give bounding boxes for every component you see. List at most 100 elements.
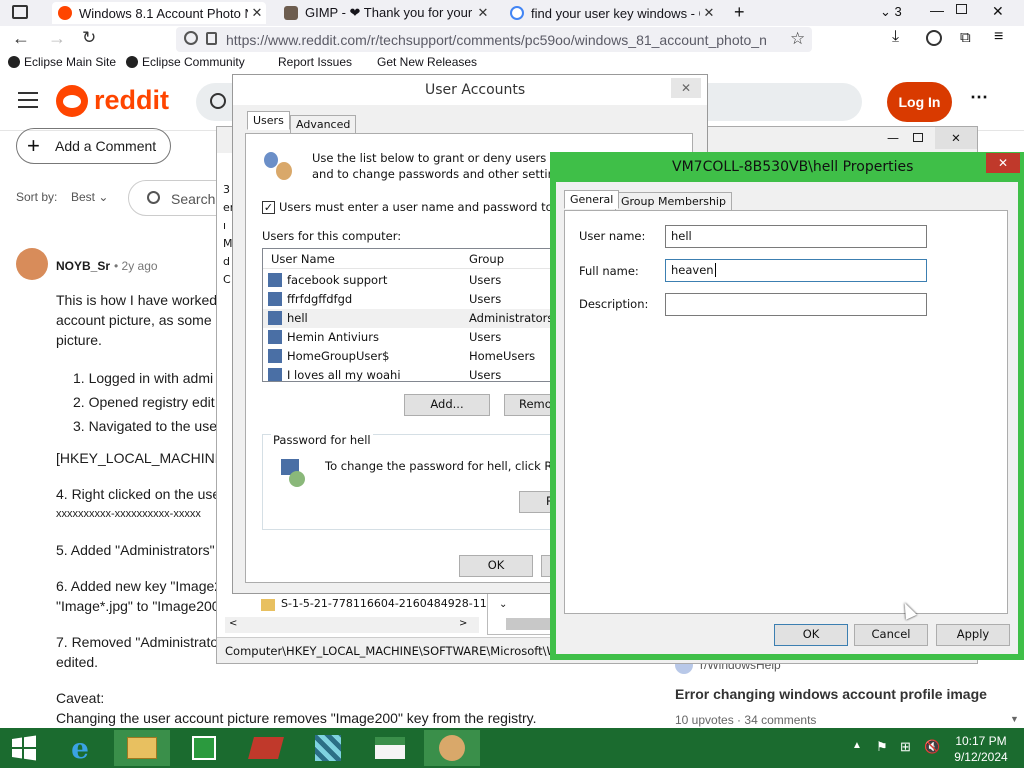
action-center-flag-icon[interactable]: ⚑: [876, 739, 888, 755]
related-upvotes: 10 upvotes: [675, 713, 734, 727]
address-bar[interactable]: https://www.reddit.com/r/techsupport/com…: [176, 27, 812, 52]
internet-explorer-icon[interactable]: e: [52, 730, 108, 766]
account-icon[interactable]: [926, 30, 942, 46]
list-item[interactable]: Hemin Antiviurs Users: [263, 328, 553, 347]
list-tabs-button[interactable]: ⌄ 3: [880, 4, 902, 20]
regedit-values-pane[interactable]: [487, 593, 553, 635]
list-item[interactable]: ffrfdgffdfgd Users: [263, 290, 553, 309]
description-field[interactable]: [665, 293, 927, 316]
close-window-icon[interactable]: ✕: [986, 153, 1020, 173]
tab-overview-icon[interactable]: [12, 5, 28, 19]
tab-advanced[interactable]: Advanced: [290, 115, 357, 134]
column-username[interactable]: User Name: [271, 252, 335, 266]
start-button[interactable]: [0, 730, 48, 766]
maximize-icon[interactable]: [913, 133, 923, 142]
require-login-checkbox[interactable]: ✓: [262, 201, 275, 214]
reload-icon[interactable]: ↻: [82, 28, 96, 48]
browser-tab-bar: Windows 8.1 Account Photo Nc ✕ GIMP - ❤ …: [0, 0, 1024, 26]
lock-icon[interactable]: [206, 32, 217, 45]
app-red-icon[interactable]: [238, 730, 294, 766]
tab-reddit[interactable]: Windows 8.1 Account Photo Nc ✕: [52, 2, 266, 24]
app-network-icon[interactable]: [300, 730, 356, 766]
tab-group-membership[interactable]: Group Membership: [615, 192, 732, 211]
tab-users[interactable]: Users: [247, 111, 290, 130]
login-button[interactable]: Log In: [887, 82, 952, 122]
intro-text: Use the list below to grant or deny user…: [312, 150, 583, 182]
user-group: HomeUsers: [469, 349, 536, 363]
list-item[interactable]: HomeGroupUser$ HomeUsers: [263, 347, 553, 366]
tree-item[interactable]: S-1-5-21-778116604-2160484928-11: [281, 597, 487, 610]
clock[interactable]: 10:17 PM 9/12/2024: [944, 733, 1018, 765]
scrollbar-thumb[interactable]: [506, 618, 552, 630]
user-name: hell: [287, 311, 308, 325]
scroll-left-icon[interactable]: <: [229, 618, 237, 629]
close-window-icon[interactable]: ✕: [935, 127, 977, 149]
maximize-icon[interactable]: [956, 4, 967, 14]
list-item[interactable]: I loves all my woahi Users: [263, 366, 553, 381]
comment-author[interactable]: NOYB_Sr: [56, 259, 110, 273]
avatar[interactable]: [16, 248, 48, 280]
username-field[interactable]: hell: [665, 225, 927, 248]
bookmark-item[interactable]: Get New Releases: [377, 55, 477, 69]
reddit-logo-icon[interactable]: [56, 85, 88, 117]
hamburger-menu-icon[interactable]: [18, 92, 38, 108]
close-tab-icon[interactable]: ✕: [700, 5, 718, 21]
close-window-icon[interactable]: ✕: [992, 3, 1004, 20]
shield-icon[interactable]: [184, 31, 198, 45]
clock-time: 10:17 PM: [955, 734, 1007, 748]
menu-icon[interactable]: ≡: [994, 28, 1003, 46]
fullname-field[interactable]: heaven: [665, 259, 927, 282]
add-user-button[interactable]: Add...: [404, 394, 490, 416]
google-favicon-icon: [510, 6, 524, 20]
scroll-right-icon[interactable]: >: [459, 618, 467, 629]
new-tab-icon[interactable]: +: [734, 2, 745, 23]
tab-gimp[interactable]: GIMP - ❤ Thank you for your su ✕: [278, 2, 492, 24]
store-icon[interactable]: [176, 730, 232, 766]
users-list-title: Users for this computer:: [262, 229, 402, 243]
dialog-title: User Accounts: [425, 82, 526, 98]
related-post-title[interactable]: Error changing windows account profile i…: [675, 686, 987, 702]
tab-general[interactable]: General: [564, 190, 620, 209]
step-text: 6. Added new key "Image2: [56, 578, 223, 594]
minimize-icon[interactable]: —: [930, 2, 944, 18]
close-window-icon[interactable]: ✕: [671, 78, 701, 98]
bookmark-item[interactable]: Report Issues: [278, 55, 352, 69]
tray-overflow-icon[interactable]: ▲: [852, 740, 862, 751]
list-item[interactable]: facebook support Users: [263, 271, 553, 290]
cancel-button[interactable]: Cancel: [854, 624, 928, 646]
close-tab-icon[interactable]: ✕: [248, 5, 266, 21]
extensions-icon[interactable]: ⧉: [960, 29, 971, 46]
more-options-icon[interactable]: ⋯: [970, 87, 988, 108]
scroll-down-icon[interactable]: ▼: [1010, 714, 1019, 724]
close-tab-icon[interactable]: ✕: [474, 5, 492, 21]
minimize-icon[interactable]: —: [887, 131, 899, 145]
file-explorer-icon[interactable]: [114, 730, 170, 766]
horizontal-scrollbar[interactable]: < >: [225, 617, 479, 633]
apply-button[interactable]: Apply: [936, 624, 1010, 646]
volume-muted-icon[interactable]: 🔇: [924, 739, 940, 755]
tab-google[interactable]: find your user key windows - Gc ✕: [504, 2, 718, 24]
user-accounts-taskbar-icon[interactable]: [424, 730, 480, 766]
chevron-down-icon: ⌄: [98, 190, 109, 204]
sort-dropdown[interactable]: Best ⌄: [71, 190, 108, 204]
gimp-favicon-icon: [284, 6, 298, 20]
user-group: Administrators: [469, 311, 554, 325]
forward-icon[interactable]: →: [48, 28, 66, 49]
network-icon[interactable]: ⊞: [900, 739, 911, 755]
app-mail-icon[interactable]: [362, 730, 418, 766]
bookmark-label: Eclipse Main Site: [24, 55, 117, 69]
bookmark-item[interactable]: Eclipse Main Site: [8, 55, 116, 69]
ok-button[interactable]: OK: [459, 555, 533, 577]
bookmark-star-icon[interactable]: ☆: [790, 29, 805, 49]
bookmark-item[interactable]: Eclipse Community: [126, 55, 245, 69]
add-comment-button[interactable]: + Add a Comment: [16, 128, 171, 164]
back-icon[interactable]: ←: [12, 28, 30, 49]
search-placeholder: Search: [171, 191, 216, 207]
ok-button[interactable]: OK: [774, 624, 848, 646]
dialog-titlebar: User Accounts ✕: [233, 75, 707, 105]
downloads-icon[interactable]: ⤓: [892, 28, 899, 46]
reddit-wordmark[interactable]: reddit: [94, 85, 169, 116]
list-item-selected[interactable]: hell Administrators: [263, 309, 553, 328]
users-list[interactable]: User Name Group facebook support Users ff…: [262, 248, 582, 382]
column-group[interactable]: Group: [469, 252, 504, 266]
